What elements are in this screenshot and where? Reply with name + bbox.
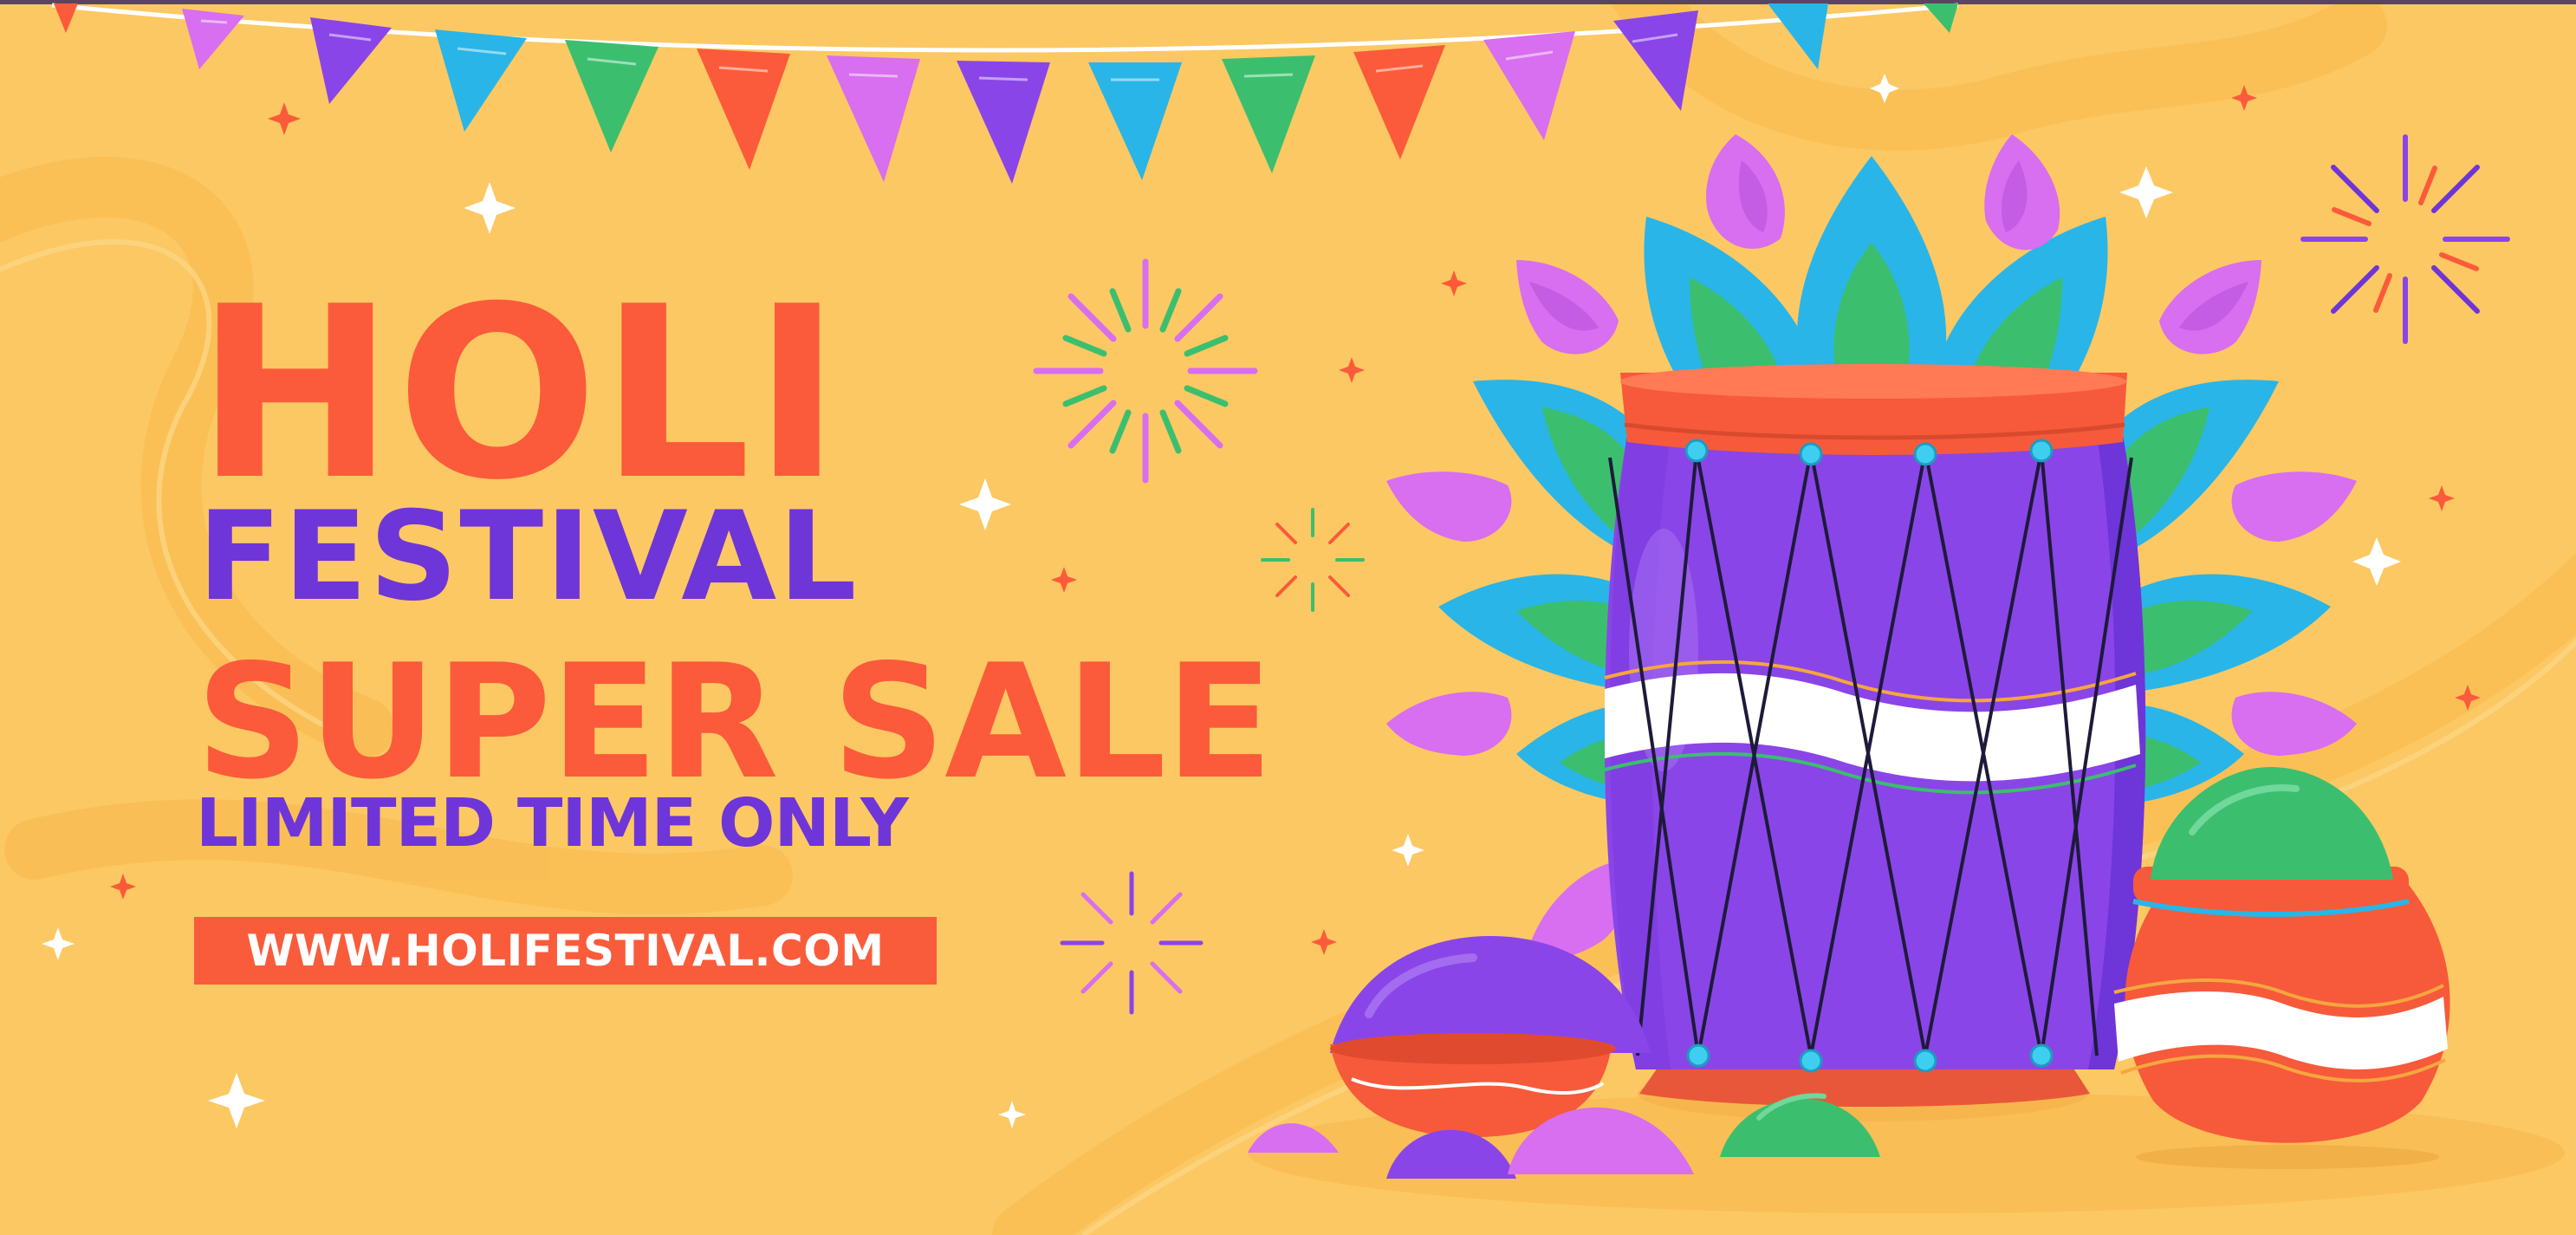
holi-sale-banner: HOLI FESTIVAL SUPER SALE LIMITED TIME ON…	[0, 0, 2576, 1235]
bunting-flags	[51, 3, 1959, 184]
website-url-box[interactable]: WWW.HOLIFESTIVAL.COM	[194, 917, 937, 985]
title-holi: HOLI	[196, 256, 843, 532]
firework-icon	[1033, 258, 1258, 484]
limited-time-tagline: LIMITED TIME ONLY	[196, 785, 909, 862]
website-url-text: WWW.HOLIFESTIVAL.COM	[246, 926, 885, 976]
title-festival: FESTIVAL	[198, 485, 859, 628]
super-sale-headline: SUPER SALE	[196, 630, 1273, 814]
dhol-drum	[1604, 364, 2146, 1121]
firework-icon	[1261, 508, 1365, 612]
firework-icon	[1060, 871, 1204, 1015]
firework-icon	[2300, 134, 2510, 344]
